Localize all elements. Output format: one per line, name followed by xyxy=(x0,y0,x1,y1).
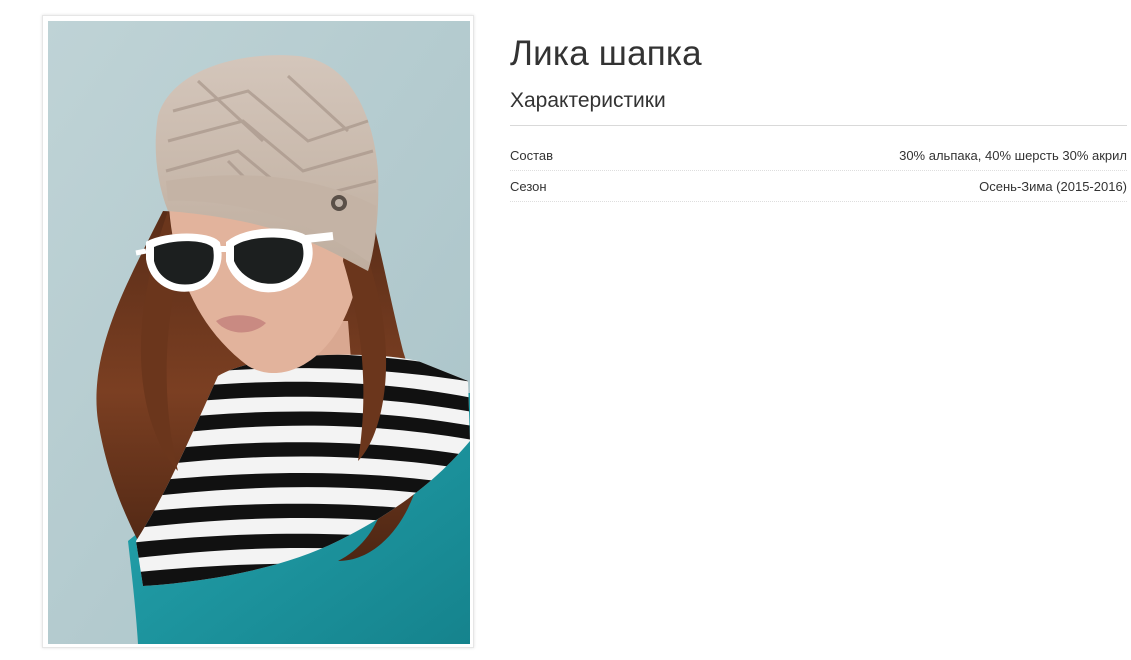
spec-label: Состав xyxy=(510,147,554,163)
product-photo[interactable] xyxy=(48,21,470,644)
characteristics-table: Состав 30% альпака, 40% шерсть 30% акрил… xyxy=(510,140,1127,202)
spec-row-composition: Состав 30% альпака, 40% шерсть 30% акрил xyxy=(510,140,1127,171)
product-photo-frame[interactable] xyxy=(42,15,474,648)
spec-value: Осень-Зима (2015-2016) xyxy=(979,178,1127,194)
spec-value: 30% альпака, 40% шерсть 30% акрил xyxy=(899,147,1127,163)
characteristics-heading: Характеристики xyxy=(510,89,666,112)
divider xyxy=(510,125,1127,126)
product-title: Лика шапка xyxy=(510,34,702,73)
spec-label: Сезон xyxy=(510,178,547,194)
product-info: Лика шапка Характеристики Состав 30% аль… xyxy=(510,30,1127,202)
spec-row-season: Сезон Осень-Зима (2015-2016) xyxy=(510,171,1127,202)
